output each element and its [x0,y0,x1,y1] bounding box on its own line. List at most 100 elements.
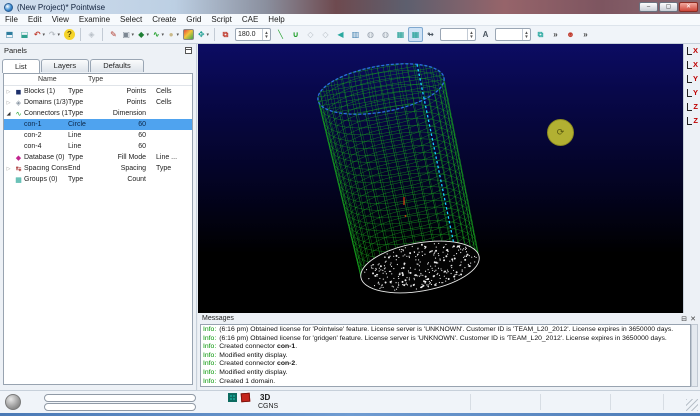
tree-row-con-1[interactable]: con-1Circle60 [4,119,192,130]
save-icon: ⬒ [4,29,15,40]
angle-combo[interactable]: 180.0▲▼ [235,28,271,41]
connector-tool-button[interactable]: ∿▾ [151,27,166,42]
trackball-icon[interactable] [5,394,21,410]
row-col3: Count [104,176,156,183]
dropdown-caret-icon[interactable]: ▾ [145,32,150,38]
dropdown-caret-icon[interactable]: ▾ [205,32,210,38]
two-point-connector-button[interactable]: ╲ [273,27,288,42]
column-header-name[interactable]: Name [38,76,57,83]
examine-function-button[interactable]: ⧉ [218,27,233,42]
help-button[interactable]: ? [62,27,77,42]
dropdown-caret-icon[interactable]: ▾ [130,32,135,38]
tree-row-connectors-1-3[interactable]: ◢∿Connectors (1/3)TypeDimension [4,108,192,119]
view-plus-x-button[interactable]: X [685,45,699,58]
messages-scrollbar[interactable] [691,324,698,387]
status-input-bottom[interactable] [44,403,196,411]
menu-select[interactable]: Select [115,14,147,26]
overflow-left-button[interactable]: » [548,27,563,42]
display-cube-button[interactable]: ▣▾ [121,27,136,42]
mesh-sphere-1-button[interactable]: ◍ [363,27,378,42]
layers-button[interactable]: ⧉ [533,27,548,42]
shaded-diamond-button[interactable]: ◆▾ [136,27,151,42]
block-assemble-button[interactable]: ▥ [348,27,363,42]
row-name: Domains (1/3) [24,99,68,106]
open-button[interactable]: ⬓ [17,27,32,42]
menu-cae[interactable]: CAE [237,14,263,26]
curve-connector-button[interactable]: ∪ [288,27,303,42]
minimize-button[interactable]: ‒ [639,2,658,12]
paint-attributes-button[interactable]: ✎ [106,27,121,42]
menu-examine[interactable]: Examine [74,14,115,26]
message-text: Modified entity display. [219,352,287,359]
view-minus-x-button[interactable]: X [685,59,699,72]
view-plus-y-button[interactable]: Y [685,73,699,86]
menu-script[interactable]: Script [206,14,236,26]
spray-display-button[interactable]: ✥▾ [196,27,211,42]
display-viewport[interactable]: ⟳ [198,44,683,313]
message-line: Info:Modified entity display. [203,352,688,361]
extrude-cone-button[interactable]: ◀ [333,27,348,42]
print-icon[interactable]: ⊟ [681,315,687,323]
grid-mode-icon[interactable] [228,393,237,402]
sphere-tool-button[interactable]: ●▾ [166,27,181,42]
window-title: (New Project)* Pointwise [17,3,105,12]
tree-row-con-4[interactable]: con-4Line60 [4,141,192,152]
expander-icon[interactable]: ◢ [4,111,13,117]
redo-button[interactable]: ↷▾ [47,27,62,42]
row-name: Groups (0) [24,176,68,183]
tree-row-blocks-1[interactable]: ▷◼Blocks (1)TypePointsCells [4,86,192,97]
tree-row-domains-1-3[interactable]: ▷◈Domains (1/3)TypePointsCells [4,97,192,108]
column-header-type[interactable]: Type [88,76,103,83]
overflow-right-button[interactable]: » [578,27,593,42]
view-minus-z-button[interactable]: Z [685,115,699,128]
tree-row-database-0[interactable]: ◆Database (0)TypeFill ModeLine ... [4,152,192,163]
snap-button[interactable]: ◈ [84,27,99,42]
close-button[interactable]: ✕ [679,2,698,12]
dropdown-caret-icon[interactable]: ▾ [160,32,165,38]
unstructured-grid-button[interactable]: ▦ [408,27,423,42]
status-input-top[interactable] [44,394,196,402]
tree-row-spacing-constrai[interactable]: ▷↹Spacing Constrai...EndSpacingType [4,163,192,174]
tab-list[interactable]: List [2,59,40,73]
menu-create[interactable]: Create [147,14,181,26]
undo-button[interactable]: ↶▾ [32,27,47,42]
menu-edit[interactable]: Edit [23,14,47,26]
dropdown-caret-icon[interactable]: ▾ [56,32,61,38]
menu-help[interactable]: Help [263,14,289,26]
dropdown-caret-icon[interactable]: ▾ [41,32,46,38]
solid-mode-icon[interactable] [241,393,251,403]
tree-row-con-2[interactable]: con-2Line60 [4,130,192,141]
assemble-connectors-button[interactable]: ↬ [423,27,438,42]
tab-defaults[interactable]: Defaults [90,59,144,72]
statusbar-separator [610,394,611,410]
expander-icon[interactable]: ▷ [4,89,13,95]
close-messages-icon[interactable]: ✕ [690,315,696,323]
entity-combo[interactable]: ▲▼ [440,28,476,41]
menu-file[interactable]: File [0,14,23,26]
message-text: (6:16 pm) Obtained license for 'Pointwis… [219,326,673,333]
mesh-sphere-2-button[interactable]: ◍ [378,27,393,42]
resize-grip[interactable] [686,399,698,411]
menu-view[interactable]: View [47,14,74,26]
structured-grid-button[interactable]: ▦ [393,27,408,42]
maximize-button[interactable]: ▢ [659,2,678,12]
axis-letter: Y [693,88,698,97]
expander-icon[interactable]: ▷ [4,100,13,106]
image-button[interactable] [181,27,196,42]
axis-glyph [687,103,692,111]
save-button[interactable]: ⬒ [2,27,17,42]
annotate-button[interactable]: A [478,27,493,42]
surface-a-button[interactable]: ◇ [303,27,318,42]
view-plus-z-button[interactable]: Z [685,101,699,114]
pin-icon[interactable] [185,47,192,54]
row-name: Connectors (1/3) [24,110,68,117]
mask-button[interactable]: ☻ [563,27,578,42]
dropdown-caret-icon[interactable]: ▾ [175,32,180,38]
tab-layers[interactable]: Layers [41,59,90,72]
tree-row-groups-0[interactable]: ▦Groups (0)TypeCount [4,174,192,185]
expander-icon[interactable]: ▷ [4,166,13,172]
surface-b-button[interactable]: ◇ [318,27,333,42]
menu-grid[interactable]: Grid [181,14,206,26]
view-minus-y-button[interactable]: Y [685,87,699,100]
name-combo[interactable]: ▲▼ [495,28,531,41]
